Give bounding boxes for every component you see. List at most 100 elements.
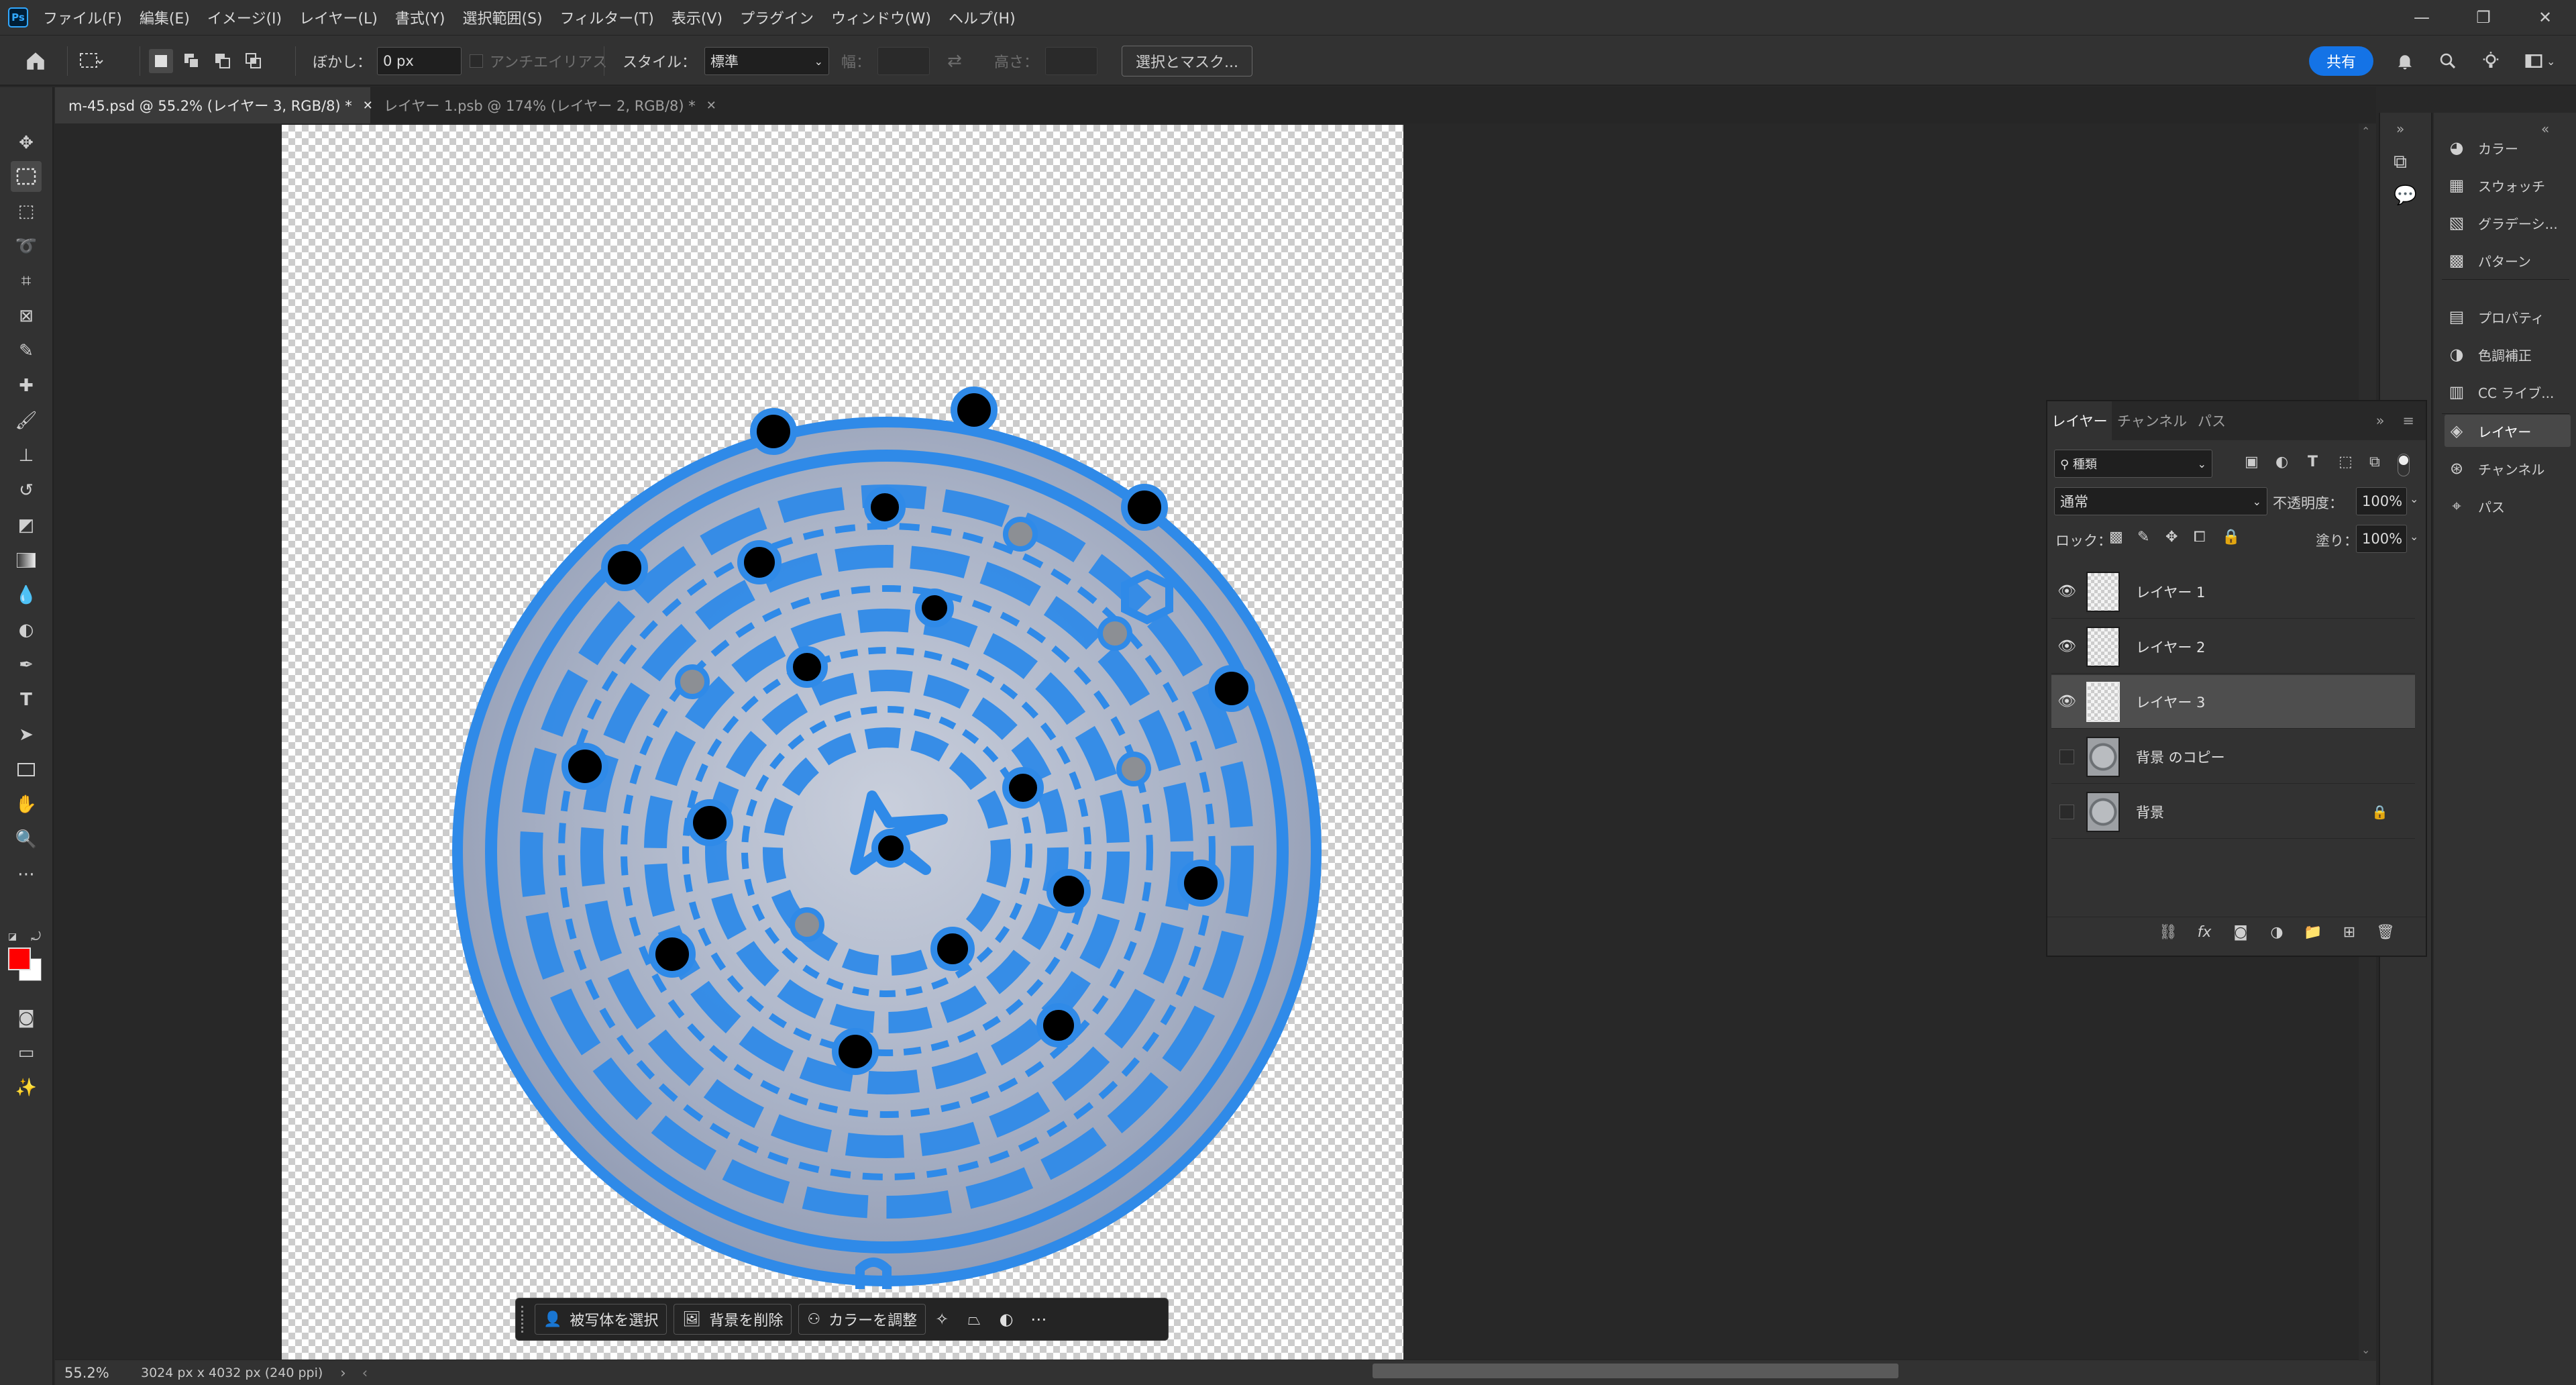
generative-icon[interactable]: ✨	[11, 1072, 42, 1103]
frame-tool-icon[interactable]: ⊠	[11, 301, 42, 331]
layer-row-selected[interactable]: 👁 レイヤー 3	[2051, 675, 2415, 729]
dock-cc-libraries[interactable]: ▥ CC ライブ...	[2445, 376, 2571, 408]
scroll-up-icon[interactable]: ⌃	[2361, 125, 2370, 138]
adjust-color-button[interactable]: ⚇ カラーを調整	[798, 1304, 926, 1335]
dock-adjustments[interactable]: ◑ 色調補正	[2445, 338, 2571, 370]
dock-patterns[interactable]: ▩ パターン	[2445, 244, 2571, 276]
quick-mask-icon[interactable]: ◙	[11, 1003, 42, 1033]
menu-layer[interactable]: レイヤー(L)	[299, 7, 378, 28]
dock-color[interactable]: ◕ カラー	[2445, 132, 2571, 164]
eye-icon[interactable]: 👁	[2051, 675, 2082, 729]
lightbulb-icon[interactable]	[2481, 36, 2501, 87]
trash-icon[interactable]: 🗑	[2372, 917, 2399, 947]
opacity-input[interactable]: 100%	[2356, 487, 2407, 515]
panel-menu-icon[interactable]: ≡	[2395, 401, 2422, 440]
tab-paths[interactable]: パス	[2191, 401, 2233, 440]
menu-file[interactable]: ファイル(F)	[43, 7, 122, 28]
chevron-down-icon[interactable]: ⌄	[2410, 493, 2418, 505]
fx-icon[interactable]: fx	[2191, 917, 2218, 947]
select-subject-button[interactable]: 👤 被写体を選択	[535, 1304, 667, 1335]
fill-input[interactable]: 100%	[2356, 525, 2407, 553]
sparkle-icon[interactable]: ✧	[926, 1304, 958, 1335]
expand-panels-icon[interactable]: »	[2396, 121, 2404, 137]
eraser-tool-icon[interactable]: ◩	[11, 510, 42, 541]
filter-kind-select[interactable]: ⚲ 種類 ⌄	[2054, 450, 2212, 478]
menu-view[interactable]: 表示(V)	[672, 7, 722, 28]
blend-mode-select[interactable]: 通常 ⌄	[2054, 487, 2267, 515]
chevron-down-icon[interactable]: ⌄	[2410, 530, 2418, 543]
minimize-icon[interactable]: —	[2391, 0, 2453, 35]
dock-layers[interactable]: ◈ レイヤー	[2445, 415, 2571, 447]
intersect-selection-icon[interactable]	[241, 49, 266, 73]
remove-background-button[interactable]: 🖼 背景を削除	[674, 1304, 792, 1335]
visibility-toggle[interactable]	[2051, 785, 2082, 839]
smart-object-filter-icon[interactable]: ⧉	[2369, 454, 2380, 470]
history-brush-tool-icon[interactable]: ↺	[11, 475, 42, 506]
swap-colors-icon[interactable]: ⤾	[31, 930, 41, 944]
blur-tool-icon[interactable]: 💧	[11, 580, 42, 611]
shape-filter-icon[interactable]: ⬚	[2339, 454, 2353, 470]
object-selection-tool-icon[interactable]: ⬚	[11, 196, 42, 227]
dock-paths[interactable]: ⌖ パス	[2445, 490, 2571, 522]
link-layers-icon[interactable]: ⛓	[2155, 917, 2182, 947]
horizontal-scrollbar[interactable]	[1373, 1364, 1898, 1378]
menu-image[interactable]: イメージ(I)	[207, 7, 282, 28]
dodge-tool-icon[interactable]: ◐	[11, 615, 42, 646]
pen-tool-icon[interactable]: ✒	[11, 650, 42, 680]
type-tool-icon[interactable]: T	[11, 684, 42, 715]
document-canvas[interactable]	[282, 125, 1403, 1361]
crop-tool-icon[interactable]: ⌗	[11, 266, 42, 297]
tab-channels[interactable]: チャンネル	[2114, 401, 2190, 440]
restore-icon[interactable]: ❐	[2453, 0, 2514, 35]
type-filter-icon[interactable]: T	[2308, 454, 2318, 470]
dock-properties[interactable]: ▤ プロパティ	[2445, 301, 2571, 333]
clone-stamp-tool-icon[interactable]: ⊥	[11, 440, 42, 471]
adjustment-layer-icon[interactable]: ◑	[2263, 917, 2290, 947]
add-mask-icon[interactable]: ◙	[2227, 917, 2254, 947]
antialias-checkbox[interactable]	[470, 54, 483, 68]
brush-tool-icon[interactable]: 🖌	[11, 405, 42, 436]
menu-select[interactable]: 選択範囲(S)	[463, 7, 543, 28]
dock-channels[interactable]: ⊛ チャンネル	[2445, 452, 2571, 484]
drag-handle[interactable]	[521, 1306, 528, 1333]
feather-input[interactable]: 0 px	[377, 47, 462, 75]
adjustment-filter-icon[interactable]: ◐	[2275, 454, 2288, 470]
new-group-icon[interactable]: 📁	[2300, 917, 2326, 947]
transform-icon[interactable]: ⏢	[958, 1304, 990, 1335]
contrast-icon[interactable]: ◐	[990, 1304, 1022, 1335]
home-icon[interactable]	[24, 36, 47, 87]
marquee-preset-icon[interactable]	[79, 36, 103, 87]
close-icon[interactable]: ✕	[2514, 0, 2576, 35]
default-colors-icon[interactable]: ◪	[8, 931, 17, 942]
menu-plugins[interactable]: プラグイン	[740, 7, 814, 28]
chevron-right-icon[interactable]: ›	[340, 1365, 345, 1381]
menu-window[interactable]: ウィンドウ(W)	[831, 7, 931, 28]
more-options-icon[interactable]: ⋯	[1022, 1304, 1055, 1335]
tab-layer1-psb[interactable]: レイヤー 1.psb @ 174% (レイヤー 2, RGB/8) * ✕	[370, 87, 716, 123]
subtract-selection-icon[interactable]	[211, 49, 235, 73]
filter-toggle[interactable]	[2398, 454, 2410, 476]
scroll-down-icon[interactable]: ⌄	[2361, 1343, 2370, 1356]
healing-brush-tool-icon[interactable]: ✚	[11, 370, 42, 401]
swap-icon[interactable]: ⇄	[947, 51, 962, 71]
width-input[interactable]	[877, 47, 930, 75]
move-tool-icon[interactable]: ✥	[11, 127, 42, 158]
workspace-icon[interactable]: ⌄	[2524, 36, 2555, 87]
foreground-color-swatch[interactable]	[8, 947, 31, 970]
expand-icon[interactable]: »	[2367, 401, 2394, 440]
style-select[interactable]: 標準 ⌄	[704, 47, 830, 75]
lock-transparent-icon[interactable]: ▩	[2109, 529, 2123, 546]
new-layer-icon[interactable]: ⊞	[2336, 917, 2363, 947]
lock-artboard-icon[interactable]: ⧠	[2194, 529, 2206, 546]
rectangle-tool-icon[interactable]	[11, 754, 42, 785]
eye-icon[interactable]: 👁	[2051, 565, 2082, 619]
eye-icon[interactable]: 👁	[2051, 620, 2082, 674]
menu-help[interactable]: ヘルプ(H)	[949, 7, 1016, 28]
zoom-tool-icon[interactable]: 🔍	[11, 824, 42, 855]
bell-icon[interactable]	[2395, 36, 2415, 87]
add-selection-icon[interactable]	[180, 49, 204, 73]
menu-type[interactable]: 書式(Y)	[395, 7, 445, 28]
history-panel-icon[interactable]: ⧉	[2394, 150, 2407, 173]
new-selection-icon[interactable]	[149, 49, 173, 73]
lock-all-icon[interactable]: 🔒	[2222, 529, 2240, 546]
